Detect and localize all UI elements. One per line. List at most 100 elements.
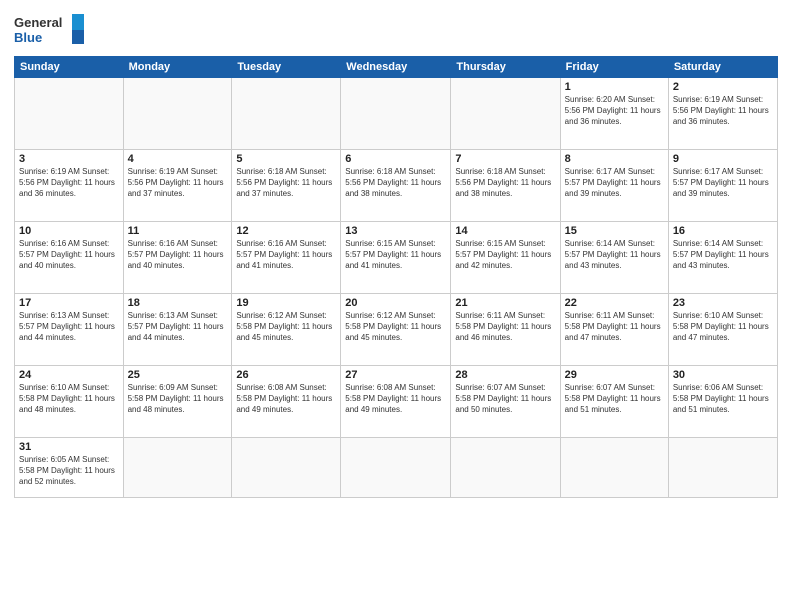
calendar-cell: 1 Sunrise: 6:20 AM Sunset: 5:56 PM Daylig…	[560, 78, 668, 150]
calendar-cell	[341, 438, 451, 498]
calendar-cell: 7 Sunrise: 6:18 AM Sunset: 5:56 PM Daylig…	[451, 150, 560, 222]
calendar-week-5: 31Sunrise: 6:05 AM Sunset: 5:58 PM Dayli…	[15, 438, 778, 498]
calendar-cell: 27 Sunrise: 6:08 AM Sunset: 5:58 PM Dayli…	[341, 366, 451, 438]
day-number: 24	[19, 369, 119, 381]
day-number: 8	[565, 153, 664, 165]
day-number: 15	[565, 225, 664, 237]
day-info: Sunrise: 6:20 AM Sunset: 5:56 PM Dayligh…	[565, 95, 664, 127]
calendar-cell	[15, 78, 124, 150]
calendar-week-0: 1 Sunrise: 6:20 AM Sunset: 5:56 PM Daylig…	[15, 78, 778, 150]
day-info: Sunrise: 6:08 AM Sunset: 5:58 PM Dayligh…	[345, 383, 446, 415]
day-number: 2	[673, 81, 773, 93]
calendar-cell	[451, 438, 560, 498]
day-number: 28	[455, 369, 555, 381]
calendar-cell: 23 Sunrise: 6:10 AM Sunset: 5:58 PM Dayli…	[668, 294, 777, 366]
calendar-cell: 13Sunrise: 6:15 AM Sunset: 5:57 PM Dayli…	[341, 222, 451, 294]
day-info: Sunrise: 6:09 AM Sunset: 5:58 PM Dayligh…	[128, 383, 228, 415]
day-number: 29	[565, 369, 664, 381]
generalblue-logo-icon: General Blue	[14, 12, 84, 48]
day-info: Sunrise: 6:07 AM Sunset: 5:58 PM Dayligh…	[565, 383, 664, 415]
day-info: Sunrise: 6:11 AM Sunset: 5:58 PM Dayligh…	[565, 311, 664, 343]
day-number: 16	[673, 225, 773, 237]
day-number: 21	[455, 297, 555, 309]
calendar-week-1: 3 Sunrise: 6:19 AM Sunset: 5:56 PM Daylig…	[15, 150, 778, 222]
calendar-cell: 17 Sunrise: 6:13 AM Sunset: 5:57 PM Dayli…	[15, 294, 124, 366]
calendar-cell	[232, 78, 341, 150]
day-number: 11	[128, 225, 228, 237]
svg-text:Blue: Blue	[14, 30, 42, 45]
calendar-cell: 29 Sunrise: 6:07 AM Sunset: 5:58 PM Dayli…	[560, 366, 668, 438]
calendar-cell: 24 Sunrise: 6:10 AM Sunset: 5:58 PM Dayli…	[15, 366, 124, 438]
calendar-week-3: 17 Sunrise: 6:13 AM Sunset: 5:57 PM Dayli…	[15, 294, 778, 366]
calendar-cell: 3 Sunrise: 6:19 AM Sunset: 5:56 PM Daylig…	[15, 150, 124, 222]
day-number: 1	[565, 81, 664, 93]
day-number: 25	[128, 369, 228, 381]
calendar-cell: 6Sunrise: 6:18 AM Sunset: 5:56 PM Daylig…	[341, 150, 451, 222]
calendar-table: SundayMondayTuesdayWednesdayThursdayFrid…	[14, 56, 778, 498]
weekday-saturday: Saturday	[668, 57, 777, 78]
calendar-week-2: 10 Sunrise: 6:16 AM Sunset: 5:57 PM Dayli…	[15, 222, 778, 294]
calendar-cell: 11 Sunrise: 6:16 AM Sunset: 5:57 PM Dayli…	[123, 222, 232, 294]
calendar-cell	[560, 438, 668, 498]
day-info: Sunrise: 6:18 AM Sunset: 5:56 PM Dayligh…	[455, 167, 555, 199]
day-number: 17	[19, 297, 119, 309]
calendar-cell	[341, 78, 451, 150]
day-info: Sunrise: 6:19 AM Sunset: 5:56 PM Dayligh…	[19, 167, 119, 199]
weekday-friday: Friday	[560, 57, 668, 78]
svg-text:General: General	[14, 15, 62, 30]
day-info: Sunrise: 6:17 AM Sunset: 5:57 PM Dayligh…	[565, 167, 664, 199]
calendar-cell: 26Sunrise: 6:08 AM Sunset: 5:58 PM Dayli…	[232, 366, 341, 438]
weekday-sunday: Sunday	[15, 57, 124, 78]
day-number: 19	[236, 297, 336, 309]
day-info: Sunrise: 6:11 AM Sunset: 5:58 PM Dayligh…	[455, 311, 555, 343]
calendar-cell: 20Sunrise: 6:12 AM Sunset: 5:58 PM Dayli…	[341, 294, 451, 366]
calendar-cell: 22Sunrise: 6:11 AM Sunset: 5:58 PM Dayli…	[560, 294, 668, 366]
day-number: 30	[673, 369, 773, 381]
day-number: 23	[673, 297, 773, 309]
calendar-cell: 16 Sunrise: 6:14 AM Sunset: 5:57 PM Dayli…	[668, 222, 777, 294]
day-info: Sunrise: 6:10 AM Sunset: 5:58 PM Dayligh…	[673, 311, 773, 343]
day-number: 7	[455, 153, 555, 165]
day-info: Sunrise: 6:19 AM Sunset: 5:56 PM Dayligh…	[673, 95, 773, 127]
weekday-monday: Monday	[123, 57, 232, 78]
calendar-cell	[451, 78, 560, 150]
calendar-cell: 28 Sunrise: 6:07 AM Sunset: 5:58 PM Dayli…	[451, 366, 560, 438]
day-info: Sunrise: 6:16 AM Sunset: 5:57 PM Dayligh…	[128, 239, 228, 271]
calendar-cell	[668, 438, 777, 498]
day-number: 9	[673, 153, 773, 165]
weekday-header-row: SundayMondayTuesdayWednesdayThursdayFrid…	[15, 57, 778, 78]
day-number: 3	[19, 153, 119, 165]
day-number: 18	[128, 297, 228, 309]
day-info: Sunrise: 6:10 AM Sunset: 5:58 PM Dayligh…	[19, 383, 119, 415]
calendar-cell	[123, 438, 232, 498]
calendar-cell	[232, 438, 341, 498]
day-number: 20	[345, 297, 446, 309]
calendar-cell: 15 Sunrise: 6:14 AM Sunset: 5:57 PM Dayli…	[560, 222, 668, 294]
weekday-thursday: Thursday	[451, 57, 560, 78]
day-info: Sunrise: 6:14 AM Sunset: 5:57 PM Dayligh…	[673, 239, 773, 271]
calendar-cell: 4Sunrise: 6:19 AM Sunset: 5:56 PM Daylig…	[123, 150, 232, 222]
day-info: Sunrise: 6:13 AM Sunset: 5:57 PM Dayligh…	[128, 311, 228, 343]
day-info: Sunrise: 6:13 AM Sunset: 5:57 PM Dayligh…	[19, 311, 119, 343]
day-number: 10	[19, 225, 119, 237]
calendar-cell: 8 Sunrise: 6:17 AM Sunset: 5:57 PM Daylig…	[560, 150, 668, 222]
day-number: 27	[345, 369, 446, 381]
calendar-cell: 30 Sunrise: 6:06 AM Sunset: 5:58 PM Dayli…	[668, 366, 777, 438]
day-info: Sunrise: 6:17 AM Sunset: 5:57 PM Dayligh…	[673, 167, 773, 199]
calendar-cell: 12Sunrise: 6:16 AM Sunset: 5:57 PM Dayli…	[232, 222, 341, 294]
calendar-cell: 18 Sunrise: 6:13 AM Sunset: 5:57 PM Dayli…	[123, 294, 232, 366]
day-info: Sunrise: 6:14 AM Sunset: 5:57 PM Dayligh…	[565, 239, 664, 271]
calendar-cell: 25 Sunrise: 6:09 AM Sunset: 5:58 PM Dayli…	[123, 366, 232, 438]
day-info: Sunrise: 6:06 AM Sunset: 5:58 PM Dayligh…	[673, 383, 773, 415]
day-info: Sunrise: 6:07 AM Sunset: 5:58 PM Dayligh…	[455, 383, 555, 415]
day-info: Sunrise: 6:18 AM Sunset: 5:56 PM Dayligh…	[236, 167, 336, 199]
day-info: Sunrise: 6:15 AM Sunset: 5:57 PM Dayligh…	[455, 239, 555, 271]
calendar-cell: 2 Sunrise: 6:19 AM Sunset: 5:56 PM Daylig…	[668, 78, 777, 150]
day-info: Sunrise: 6:08 AM Sunset: 5:58 PM Dayligh…	[236, 383, 336, 415]
calendar-week-4: 24 Sunrise: 6:10 AM Sunset: 5:58 PM Dayli…	[15, 366, 778, 438]
calendar-cell: 19Sunrise: 6:12 AM Sunset: 5:58 PM Dayli…	[232, 294, 341, 366]
day-number: 13	[345, 225, 446, 237]
logo: General Blue	[14, 12, 84, 48]
day-info: Sunrise: 6:16 AM Sunset: 5:57 PM Dayligh…	[19, 239, 119, 271]
day-number: 4	[128, 153, 228, 165]
